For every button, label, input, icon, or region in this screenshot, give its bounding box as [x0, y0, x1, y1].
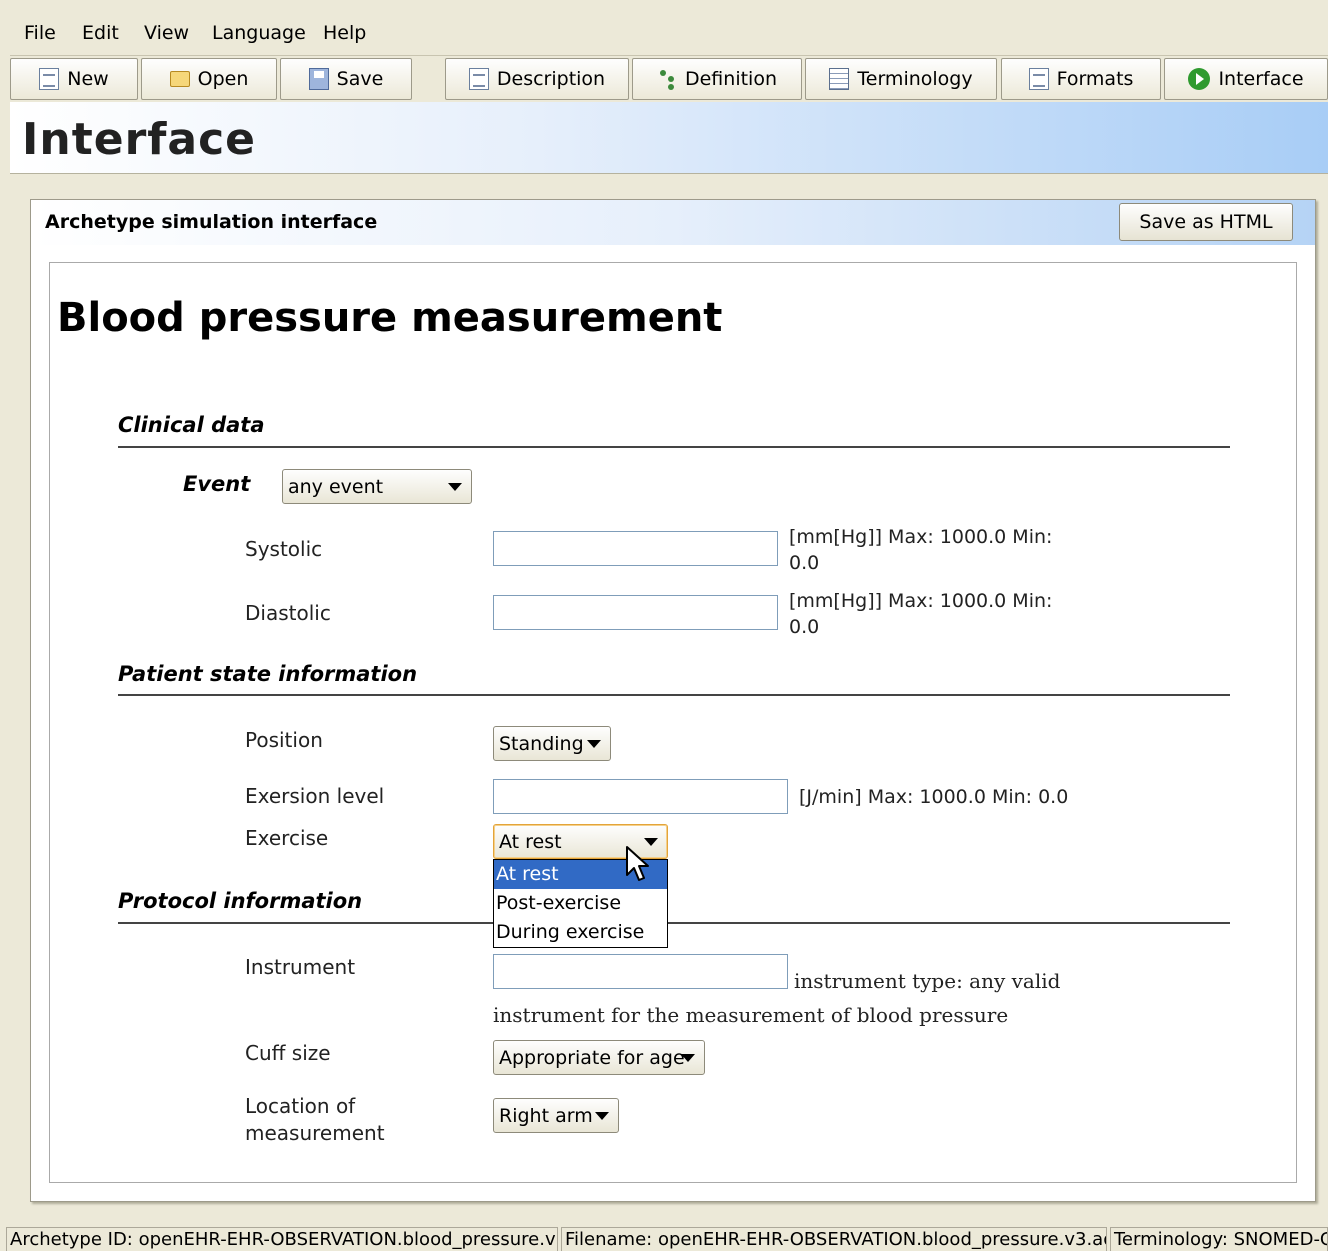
event-select[interactable]: any event	[282, 469, 472, 504]
status-bar: Archetype ID: openEHR-EHR-OBSERVATION.bl…	[0, 1224, 1328, 1251]
status-filename: Filename: openEHR-EHR-OBSERVATION.blood_…	[561, 1227, 1107, 1251]
tab-interface-label: Interface	[1218, 68, 1304, 90]
event-select-value: any event	[288, 475, 384, 498]
tab-formats[interactable]: Formats	[1001, 58, 1161, 100]
chevron-down-icon	[681, 1054, 695, 1062]
instrument-label: Instrument	[245, 955, 356, 979]
panel-header: Archetype simulation interface Save as H…	[31, 200, 1315, 245]
tab-definition[interactable]: Definition	[632, 58, 802, 100]
diastolic-label: Diastolic	[245, 601, 331, 625]
form-title: Blood pressure measurement	[57, 295, 723, 341]
section-divider	[118, 446, 1230, 448]
exercise-option[interactable]: Post-exercise	[494, 889, 667, 918]
cuff-size-label: Cuff size	[245, 1041, 331, 1065]
section-protocol: Protocol information	[118, 889, 363, 913]
status-archetype-id: Archetype ID: openEHR-EHR-OBSERVATION.bl…	[6, 1227, 558, 1251]
location-select[interactable]: Right arm	[493, 1098, 619, 1133]
save-as-html-button[interactable]: Save as HTML	[1119, 203, 1293, 241]
floppy-disk-icon	[308, 68, 329, 90]
location-label-line1: Location of	[245, 1094, 356, 1118]
folder-icon	[169, 71, 190, 87]
section-divider	[118, 694, 1230, 696]
play-icon	[1188, 68, 1211, 90]
instrument-desc-line1: instrument type: any valid	[794, 969, 1061, 993]
cuff-size-select-value: Appropriate for age	[499, 1046, 685, 1069]
systolic-label: Systolic	[245, 537, 323, 561]
formats-icon	[1028, 68, 1049, 90]
section-clinical-data: Clinical data	[118, 413, 265, 437]
status-terminology: Terminology: SNOMED-CT	[1110, 1227, 1328, 1251]
tree-icon	[657, 68, 677, 90]
save-button[interactable]: Save	[280, 58, 412, 100]
table-icon	[829, 68, 850, 90]
section-divider	[118, 922, 1230, 924]
tab-description[interactable]: Description	[445, 58, 629, 100]
menu-file[interactable]: File	[24, 22, 56, 44]
location-label: Location of measurement	[245, 1093, 385, 1147]
tab-terminology-label: Terminology	[857, 68, 973, 90]
exercise-select-value: At rest	[499, 830, 562, 853]
panel-title: Archetype simulation interface	[45, 211, 378, 233]
chevron-down-icon	[595, 1112, 609, 1120]
instrument-desc-line2: instrument for the measurement of blood …	[493, 1003, 1009, 1027]
event-label: Event	[183, 472, 251, 496]
systolic-unit: [mm[Hg]] Max: 1000.0 Min: 0.0	[789, 524, 1052, 576]
simulation-panel: Archetype simulation interface Save as H…	[30, 199, 1316, 1202]
archetype-form: Blood pressure measurement Clinical data…	[49, 262, 1297, 1183]
location-label-line2: measurement	[245, 1121, 385, 1145]
tab-interface[interactable]: Interface	[1164, 58, 1328, 100]
diastolic-input[interactable]	[493, 595, 778, 630]
toolbar: New Open Save Description Definition Ter…	[10, 56, 1328, 102]
menu-edit[interactable]: Edit	[82, 22, 119, 44]
exertion-unit: [J/min] Max: 1000.0 Min: 0.0	[799, 786, 1069, 808]
tab-formats-label: Formats	[1056, 68, 1134, 90]
save-button-label: Save	[336, 68, 384, 90]
exercise-option[interactable]: During exercise	[494, 918, 667, 947]
section-patient-state: Patient state information	[118, 662, 418, 686]
diastolic-unit-line1: [mm[Hg]] Max: 1000.0 Min:	[789, 590, 1053, 612]
position-select[interactable]: Standing	[493, 726, 611, 761]
systolic-unit-line2: 0.0	[789, 552, 820, 574]
position-label: Position	[245, 728, 323, 752]
position-select-value: Standing	[499, 732, 584, 755]
new-button-label: New	[67, 68, 109, 90]
systolic-unit-line1: [mm[Hg]] Max: 1000.0 Min:	[789, 526, 1053, 548]
diastolic-unit-line2: 0.0	[789, 616, 820, 638]
open-button-label: Open	[197, 68, 249, 90]
location-select-value: Right arm	[499, 1104, 593, 1127]
chevron-down-icon	[587, 740, 601, 748]
menu-language[interactable]: Language	[212, 22, 306, 44]
tab-definition-label: Definition	[684, 68, 777, 90]
exercise-label: Exercise	[245, 826, 329, 850]
menu-bar: File Edit View Language Help	[10, 10, 1328, 56]
exertion-input[interactable]	[493, 779, 788, 814]
menu-help[interactable]: Help	[323, 22, 366, 44]
mouse-pointer-icon	[626, 846, 649, 881]
new-button[interactable]: New	[10, 58, 138, 100]
exertion-label: Exersion level	[245, 784, 385, 808]
new-document-icon	[39, 68, 60, 90]
description-icon	[468, 68, 489, 90]
cuff-size-select[interactable]: Appropriate for age	[493, 1040, 705, 1075]
menu-view[interactable]: View	[144, 22, 189, 44]
page-title: Interface	[22, 114, 257, 165]
systolic-input[interactable]	[493, 531, 778, 566]
tab-terminology[interactable]: Terminology	[805, 58, 997, 100]
chevron-down-icon	[448, 483, 462, 491]
page-header: Interface	[10, 102, 1328, 174]
diastolic-unit: [mm[Hg]] Max: 1000.0 Min: 0.0	[789, 588, 1052, 640]
open-button[interactable]: Open	[141, 58, 277, 100]
instrument-input[interactable]	[493, 954, 788, 989]
tab-description-label: Description	[496, 68, 606, 90]
